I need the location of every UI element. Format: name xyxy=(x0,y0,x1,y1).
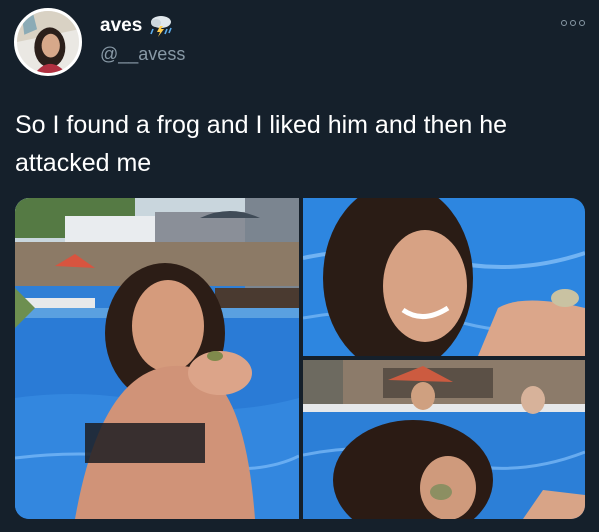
more-options-icon[interactable] xyxy=(561,18,587,28)
user-handle[interactable]: @__avess xyxy=(100,44,185,65)
avatar-image xyxy=(17,11,79,73)
profile-avatar[interactable] xyxy=(14,8,82,76)
display-name[interactable]: aves xyxy=(100,15,142,37)
tweet-author: aves @__avess xyxy=(100,14,185,65)
cloud-with-lightning-and-rain-icon xyxy=(148,14,174,38)
photo-girl-smiling-at-frog[interactable] xyxy=(303,198,585,356)
tweet-text: So I found a frog and I liked him and th… xyxy=(15,111,508,177)
more-dot xyxy=(570,20,576,26)
more-dot xyxy=(579,20,585,26)
media-grid xyxy=(15,198,585,519)
photo-girl-holding-frog[interactable] xyxy=(15,198,299,519)
photo-frog-attacks-face[interactable] xyxy=(303,360,585,519)
more-dot xyxy=(561,20,567,26)
